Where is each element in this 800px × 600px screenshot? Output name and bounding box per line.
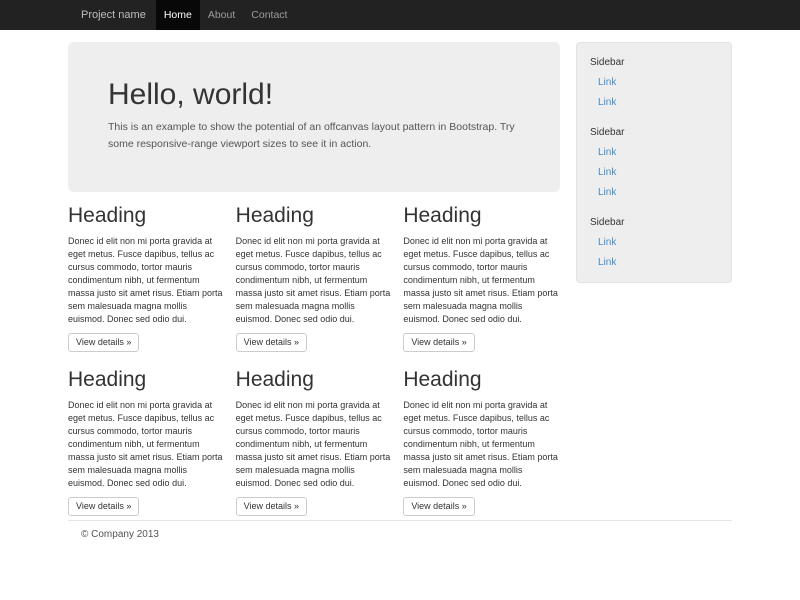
sidebar-link[interactable]: Link: [590, 93, 723, 113]
sidebar-group: Sidebar Link Link: [590, 53, 723, 113]
main-column: Hello, world! This is an example to show…: [68, 42, 560, 516]
copyright-text: © Company 2013: [81, 529, 732, 540]
sidebar-group-header: Sidebar: [590, 123, 723, 143]
card-heading: Heading: [68, 204, 225, 227]
card: Heading Donec id elit non mi porta gravi…: [236, 204, 393, 352]
card-body: Donec id elit non mi porta gravida at eg…: [68, 399, 225, 490]
card: Heading Donec id elit non mi porta gravi…: [68, 204, 225, 352]
sidebar-group: Sidebar Link Link: [590, 213, 723, 273]
view-details-button[interactable]: View details »: [236, 333, 307, 352]
cards-grid: Heading Donec id elit non mi porta gravi…: [68, 204, 560, 516]
footer: © Company 2013: [68, 520, 732, 560]
sidebar-link[interactable]: Link: [590, 183, 723, 203]
sidebar-link[interactable]: Link: [590, 73, 723, 93]
view-details-button[interactable]: View details »: [68, 497, 139, 516]
jumbotron-description: This is an example to show the potential…: [108, 119, 530, 153]
page-title: Hello, world!: [108, 78, 530, 111]
sidebar-link[interactable]: Link: [590, 233, 723, 253]
view-details-button[interactable]: View details »: [403, 333, 474, 352]
card-heading: Heading: [403, 368, 560, 391]
brand-link[interactable]: Project name: [68, 0, 156, 30]
sidebar-panel: Sidebar Link Link Sidebar Link Link Link…: [576, 42, 732, 283]
jumbotron: Hello, world! This is an example to show…: [68, 42, 560, 192]
sidebar-group-header: Sidebar: [590, 213, 723, 233]
view-details-button[interactable]: View details »: [68, 333, 139, 352]
card-body: Donec id elit non mi porta gravida at eg…: [236, 399, 393, 490]
card: Heading Donec id elit non mi porta gravi…: [403, 204, 560, 352]
content-row: Hello, world! This is an example to show…: [68, 30, 732, 516]
card-heading: Heading: [236, 204, 393, 227]
card-body: Donec id elit non mi porta gravida at eg…: [403, 399, 560, 490]
card-body: Donec id elit non mi porta gravida at eg…: [68, 235, 225, 326]
navbar: Project name Home About Contact: [0, 0, 800, 30]
card-heading: Heading: [403, 204, 560, 227]
card: Heading Donec id elit non mi porta gravi…: [236, 368, 393, 516]
sidebar-group: Sidebar Link Link Link: [590, 123, 723, 203]
sidebar-link[interactable]: Link: [590, 253, 723, 273]
card-body: Donec id elit non mi porta gravida at eg…: [403, 235, 560, 326]
page-container: Hello, world! This is an example to show…: [68, 30, 732, 560]
card-body: Donec id elit non mi porta gravida at eg…: [236, 235, 393, 326]
view-details-button[interactable]: View details »: [403, 497, 474, 516]
sidebar-link[interactable]: Link: [590, 143, 723, 163]
card: Heading Donec id elit non mi porta gravi…: [403, 368, 560, 516]
sidebar-group-header: Sidebar: [590, 53, 723, 73]
card: Heading Donec id elit non mi porta gravi…: [68, 368, 225, 516]
navbar-inner: Project name Home About Contact: [68, 0, 800, 30]
view-details-button[interactable]: View details »: [236, 497, 307, 516]
card-heading: Heading: [236, 368, 393, 391]
nav-item-about[interactable]: About: [200, 0, 243, 30]
nav-item-contact[interactable]: Contact: [243, 0, 295, 30]
sidebar-link[interactable]: Link: [590, 163, 723, 183]
card-heading: Heading: [68, 368, 225, 391]
nav-item-home[interactable]: Home: [156, 0, 200, 30]
